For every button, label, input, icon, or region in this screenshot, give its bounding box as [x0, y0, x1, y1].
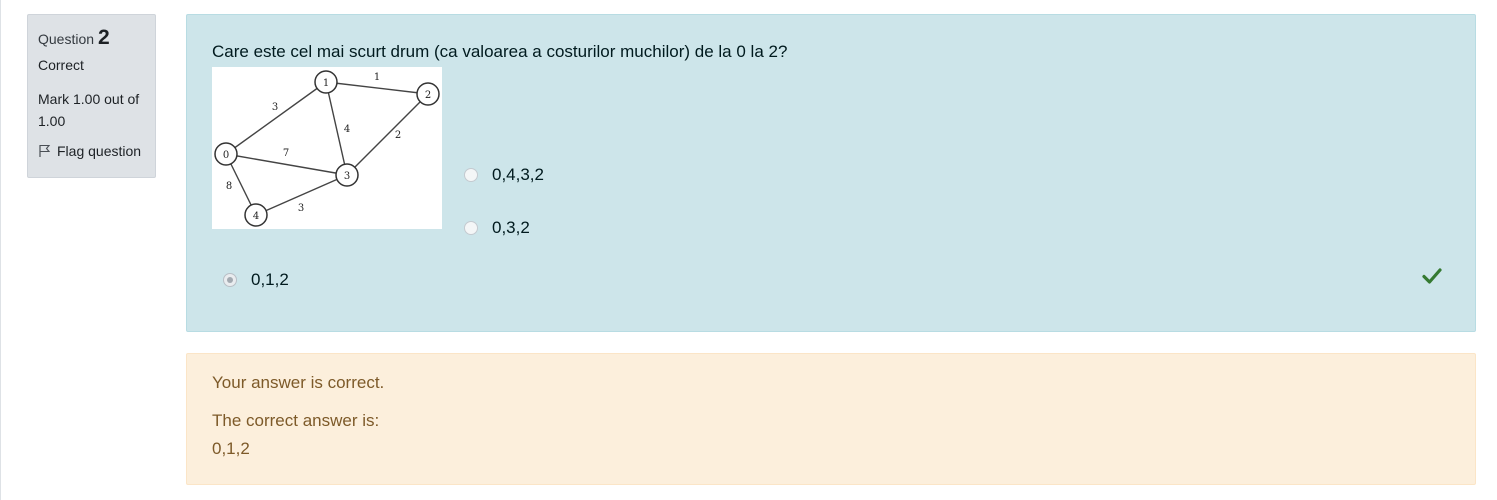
answer-radio[interactable] — [464, 221, 478, 235]
flag-question-link[interactable]: Flag question — [38, 143, 145, 159]
feedback-result: Your answer is correct. — [212, 373, 385, 392]
question-state: Correct — [38, 57, 84, 73]
graph-edge-label: 7 — [283, 148, 289, 159]
graph-node-label: 1 — [323, 78, 329, 89]
graph-node-label: 0 — [223, 150, 229, 161]
graph-edge-label: 2 — [395, 130, 401, 141]
answer-label: 0,4,3,2 — [492, 165, 544, 184]
question-info-box: Question 2 Correct Mark 1.00 out of 1.00… — [27, 14, 156, 178]
question-grade: Mark 1.00 out of 1.00 — [38, 91, 140, 129]
graph-node-label: 4 — [253, 211, 259, 222]
correct-answer-value: 0,1,2 — [212, 439, 250, 458]
question-number: Question 2 — [38, 25, 145, 52]
answer-label: 0,3,2 — [492, 218, 530, 237]
question-text: Care este cel mai scurt drum (ca valoare… — [212, 42, 788, 61]
answer-option-2[interactable]: 0,1,2 — [223, 270, 289, 290]
graph-edge-label: 3 — [298, 203, 304, 214]
graph-node-label: 3 — [344, 171, 350, 182]
flag-icon — [38, 144, 52, 158]
feedback-box: Your answer is correct. The correct answ… — [186, 353, 1476, 485]
correct-answer-label: The correct answer is: — [212, 411, 380, 430]
graph-edge-3-2 — [346, 93, 429, 176]
answer-label: 0,1,2 — [251, 270, 289, 289]
page-left-border — [0, 0, 1, 500]
graph-edge-1-2 — [325, 81, 429, 95]
graph-node-label: 2 — [425, 90, 431, 101]
flag-question-label: Flag question — [57, 143, 142, 159]
question-formulation: Care este cel mai scurt drum (ca valoare… — [186, 14, 1476, 332]
graph-edge-label: 4 — [344, 124, 350, 135]
graph-edge-label: 3 — [272, 102, 278, 113]
graph-edge-label: 1 — [374, 72, 380, 83]
graph-image: 3 1 4 2 7 8 3 0 1 2 3 4 — [212, 67, 442, 229]
checkmark-icon — [1422, 267, 1442, 290]
graph-edge-label: 8 — [226, 181, 232, 192]
answer-radio-selected[interactable] — [223, 273, 237, 287]
answer-radio[interactable] — [464, 168, 478, 182]
question-number-value: 2 — [97, 26, 110, 49]
answer-option-1[interactable]: 0,3,2 — [464, 218, 530, 238]
question-label: Question — [38, 31, 95, 47]
answer-option-0[interactable]: 0,4,3,2 — [464, 165, 544, 185]
graph-edge-0-1 — [225, 81, 327, 155]
